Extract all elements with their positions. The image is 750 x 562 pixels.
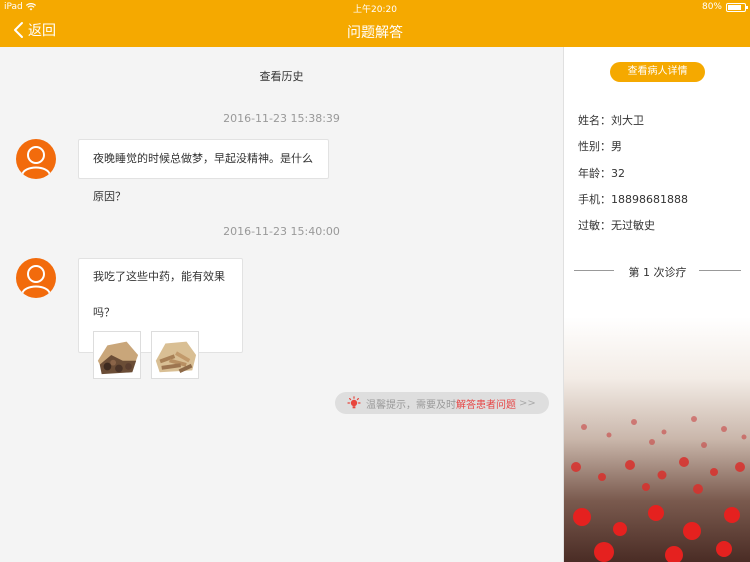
field-label: 过敏： (578, 219, 611, 232)
user-silhouette-icon (21, 146, 51, 176)
message-text: 我吃了这些中药，能有效果吗？ (93, 270, 225, 319)
avatar[interactable] (16, 139, 56, 179)
tip-text: 温馨提示，需要及时 (366, 399, 456, 411)
patient-panel: 查看病人详情 姓名：刘大卫 性别：男 年龄：32 手机：18898681888 … (563, 47, 750, 562)
patient-gender-row: 性别：男 (578, 138, 622, 154)
patient-allergy: 无过敏史 (611, 219, 655, 232)
avatar[interactable] (16, 258, 56, 298)
message-text: 夜晚睡觉的时候总做梦，早起没精神。是什么原因？ (93, 152, 313, 203)
status-time: 上午20:20 (353, 5, 397, 15)
tip-highlight-link[interactable]: 解答患者问题 (456, 396, 516, 411)
status-bar: iPad 上午20:20 80% (0, 0, 750, 15)
poppy-field-image (564, 317, 750, 562)
message-timestamp: 2016-11-23 15:38:39 (223, 112, 340, 125)
herb-photo-1[interactable] (93, 331, 141, 379)
view-patient-details-button[interactable]: 查看病人详情 (610, 62, 705, 82)
battery-percent: 80% (701, 2, 722, 12)
patient-phone-row: 手机：18898681888 (578, 191, 688, 207)
reminder-tip[interactable]: 温馨提示，需要及时 解答患者问题 >> (335, 392, 549, 414)
patient-name: 刘大卫 (611, 114, 644, 127)
visit-count-label: 第 1 次诊疗 (628, 266, 687, 279)
patient-gender: 男 (611, 140, 622, 153)
nav-bar: 返回 问题解答 (0, 15, 750, 47)
herb-photo-2[interactable] (151, 331, 199, 379)
message-images (93, 331, 228, 379)
message-bubble: 我吃了这些中药，能有效果吗？ (78, 258, 243, 379)
page-title: 问题解答 (347, 25, 403, 41)
divider-line (699, 270, 741, 271)
visit-count-divider: 第 1 次诊疗 (564, 264, 750, 279)
chat-area[interactable]: 查看历史 2016-11-23 15:38:39 夜晚睡觉的时候总做梦，早起没精… (0, 47, 563, 562)
patient-age-row: 年龄：32 (578, 165, 625, 181)
user-silhouette-icon (21, 265, 51, 295)
field-label: 性别： (578, 140, 611, 153)
patient-phone: 18898681888 (611, 193, 688, 206)
battery-icon (726, 3, 748, 12)
field-label: 手机： (578, 193, 611, 206)
lightbulb-icon (347, 396, 361, 409)
field-label: 姓名： (578, 114, 611, 127)
message-bubble: 夜晚睡觉的时候总做梦，早起没精神。是什么原因？ (78, 139, 329, 203)
patient-allergy-row: 过敏：无过敏史 (578, 217, 655, 233)
message-timestamp: 2016-11-23 15:40:00 (223, 225, 340, 238)
tip-arrow: >> (519, 397, 536, 409)
patient-name-row: 姓名：刘大卫 (578, 112, 644, 128)
field-label: 年龄： (578, 167, 611, 180)
view-history-link[interactable]: 查看历史 (0, 68, 563, 84)
patient-age: 32 (611, 167, 625, 180)
